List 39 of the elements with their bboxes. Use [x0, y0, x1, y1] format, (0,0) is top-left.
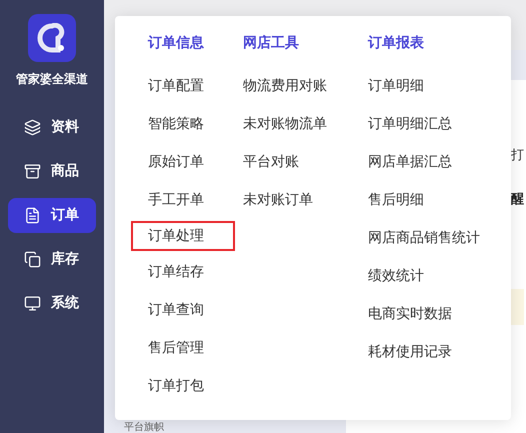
menu-item[interactable]: 耗材使用记录	[353, 337, 483, 367]
menu-item[interactable]: 售后管理	[133, 333, 228, 363]
logo-icon	[28, 14, 76, 62]
menu-item[interactable]: 订单查询	[133, 295, 228, 325]
menu-item[interactable]: 物流费用对账	[228, 71, 353, 101]
brand-name: 管家婆全渠道	[16, 71, 88, 88]
table-header-text: 醒	[511, 190, 524, 208]
menu-item[interactable]: 售后明细	[353, 185, 483, 215]
stack-icon	[24, 251, 41, 268]
menu-item[interactable]: 平台对账	[228, 147, 353, 177]
menu-item[interactable]: 手工开单	[133, 185, 228, 215]
menu-column-title: 网店工具	[242, 34, 300, 53]
nav-item[interactable]: 系统	[8, 286, 96, 321]
menu-column-title: 订单报表	[366, 34, 425, 53]
menu-item[interactable]: 原始订单	[133, 147, 228, 177]
layers-icon	[24, 119, 41, 136]
menu-item[interactable]: 订单处理	[131, 221, 235, 251]
field-label: 平台旗帜	[124, 422, 165, 433]
nav-item[interactable]: 资料	[8, 110, 96, 145]
nav-item[interactable]: 库存	[8, 242, 96, 277]
nav-item[interactable]: 商品	[8, 154, 96, 189]
monitor-icon	[24, 295, 41, 312]
menu-item[interactable]: 电商实时数据	[353, 299, 483, 329]
menu-column-title: 订单信息	[146, 34, 205, 53]
menu-item[interactable]: 网店商品销售统计	[353, 223, 483, 253]
menu-item[interactable]: 订单明细汇总	[353, 109, 483, 139]
menu-item[interactable]: 未对账订单	[228, 185, 353, 215]
box-icon	[24, 163, 41, 180]
menu-item[interactable]: 智能策略	[133, 109, 228, 139]
document-icon	[24, 207, 41, 224]
menu-item[interactable]: 绩效统计	[353, 261, 483, 291]
menu-item[interactable]: 订单明细	[353, 71, 483, 101]
menu-item[interactable]: 订单打包	[133, 371, 228, 401]
toolbar-text: 打	[511, 147, 524, 165]
menu-item[interactable]: 网店单据汇总	[353, 147, 483, 177]
menu-item[interactable]: 订单配置	[133, 71, 228, 101]
nav-item[interactable]: 订单	[8, 198, 96, 233]
menu-item[interactable]: 订单结存	[133, 257, 228, 287]
menu-item[interactable]: 未对账物流单	[228, 109, 353, 139]
